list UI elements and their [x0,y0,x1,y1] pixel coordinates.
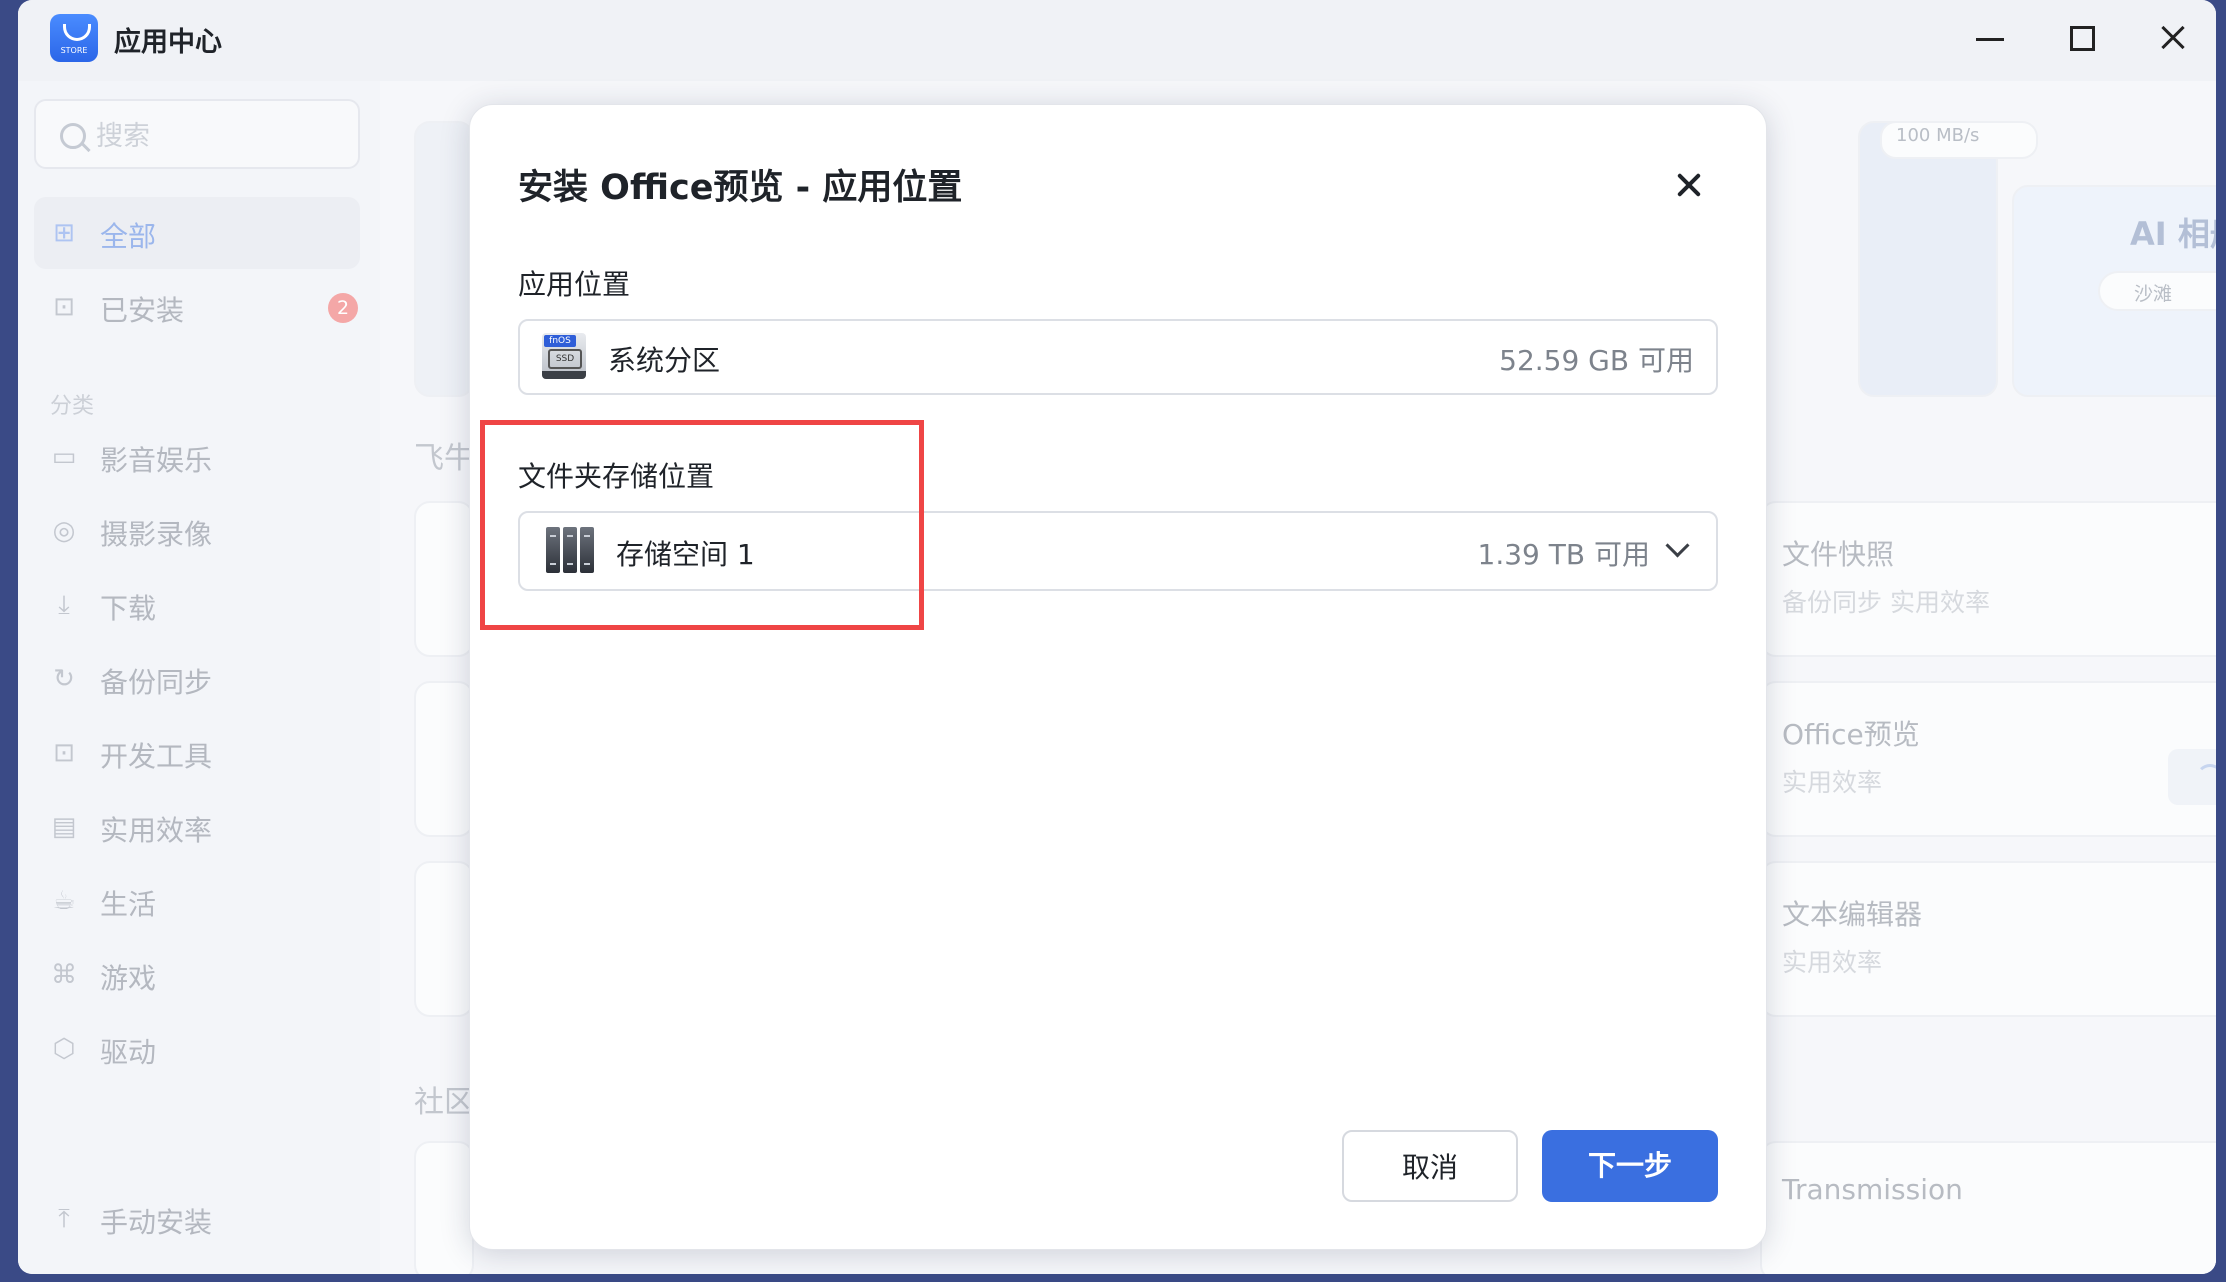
ssd-icon-text: SSD [548,349,582,369]
ai-album-search-text: 沙滩 [2134,283,2173,305]
grid-icon: ⊞ [53,218,75,248]
app-card-left-2 [414,681,474,837]
chevron-down-icon[interactable] [1665,533,1690,558]
sidebar-item-label: 开发工具 [100,740,213,773]
sidebar: ⊞ 全部 ⊡ 已安装 2 分类 ▭ 影音娱乐 ◎ 摄影录像 ⤓ 下载 ↻ 备份同… [18,81,380,1274]
app-tags: 实用效率 [1782,768,1883,797]
app-location-label: 应用位置 [518,268,631,301]
store-logo-icon: STORE [50,14,98,62]
app-location-capacity: 52.59 GB 可用 [1499,344,1694,377]
banner-middle [1858,121,1998,397]
app-name: Transmission [1782,1173,1963,1206]
sidebar-item-backup[interactable]: ↻ 备份同步 [34,643,360,715]
manual-install-button[interactable]: ⤒ 手动安装 [34,1183,360,1255]
speed-text: 100 MB/s [1896,125,1980,146]
section-heading-2: 社区 [414,1085,474,1120]
search-box[interactable] [34,99,360,169]
sidebar-item-all[interactable]: ⊞ 全部 [34,197,360,269]
app-tags: 备份同步 实用效率 [1782,588,1990,617]
app-card-left-1 [414,501,474,657]
category-heading: 分类 [50,394,95,419]
video-icon: ▭ [51,442,77,472]
upload-icon: ⤒ [58,1204,70,1234]
minimize-button[interactable] [1968,18,2012,58]
app-name: Office预览 [1782,718,1920,751]
gamepad-icon: ⌘ [51,960,77,990]
installed-icon: ⊡ [53,292,75,322]
sidebar-item-label: 影音娱乐 [100,444,213,477]
ai-album-title: AI 相册 [2130,215,2216,253]
install-button[interactable]: 安装 [2168,749,2216,805]
app-tags: 实用效率 [1782,948,1883,977]
manual-install-label: 手动安装 [100,1206,213,1239]
cup-icon: ☕ [52,886,76,916]
ai-album-search: 沙滩 [2098,271,2216,311]
app-card-transmission[interactable]: Transmission [1760,1141,2216,1274]
app-card-text-editor[interactable]: 文本编辑器 实用效率 安装 [1760,861,2216,1017]
app-location-name: 系统分区 [608,344,721,377]
app-card-office-preview[interactable]: Office预览 实用效率 安装 [1760,681,2216,837]
app-card-left-4 [414,1141,474,1274]
installed-count-badge: 2 [328,293,358,323]
search-input[interactable] [94,115,348,157]
sidebar-item-label: 游戏 [100,962,157,995]
app-location-field[interactable]: fnOS SSD 系统分区 52.59 GB 可用 [518,319,1718,395]
section-heading-1: 飞牛 [414,441,474,476]
sidebar-item-label: 下载 [100,592,157,625]
app-card-file-snapshot[interactable]: 文件快照 备份同步 实用效率 安装 [1760,501,2216,657]
search-icon [60,123,86,149]
install-dialog: 安装 Office预览 - 应用位置 应用位置 fnOS SSD 系统分区 52… [469,104,1767,1250]
speed-chip: 100 MB/s [1880,121,2038,159]
sidebar-item-label: 摄影录像 [100,518,213,551]
sidebar-item-installed[interactable]: ⊡ 已安装 2 [34,271,360,343]
ssd-drive-icon: fnOS SSD [542,333,586,379]
title-bar: STORE 应用中心 [18,0,2216,81]
ssd-icon-tag: fnOS [544,335,576,347]
banner-left [414,121,474,397]
toolbox-icon: ▤ [51,812,77,842]
sidebar-item-devtools[interactable]: ⊡ 开发工具 [34,717,360,789]
sidebar-item-label: 生活 [100,888,157,921]
sidebar-item-download[interactable]: ⤓ 下载 [34,569,360,641]
dialog-title: 安装 Office预览 - 应用位置 [518,168,963,208]
store-logo-text: STORE [60,46,88,55]
cancel-button[interactable]: 取消 [1342,1130,1518,1202]
app-card-left-3 [414,861,474,1017]
sidebar-item-life[interactable]: ☕ 生活 [34,865,360,937]
next-button[interactable]: 下一步 [1542,1130,1718,1202]
highlight-box [480,420,924,630]
download-icon: ⤓ [58,590,70,620]
close-window-button[interactable] [2152,18,2196,58]
sync-icon: ↻ [53,664,75,694]
loading-spinner-icon [2195,764,2216,792]
sidebar-item-video[interactable]: ▭ 影音娱乐 [34,421,360,493]
sidebar-item-label: 已安装 [100,294,185,327]
folder-location-capacity: 1.39 TB 可用 [1477,538,1650,571]
code-icon: ⊡ [53,738,75,768]
app-name: 文件快照 [1782,538,1895,571]
camera-icon: ◎ [52,516,76,546]
dialog-close-icon[interactable] [1670,165,1710,205]
sidebar-item-photo[interactable]: ◎ 摄影录像 [34,495,360,567]
app-name: 文本编辑器 [1782,898,1923,931]
cube-icon: ⬡ [52,1034,76,1064]
sidebar-item-productivity[interactable]: ▤ 实用效率 [34,791,360,863]
sidebar-item-label: 全部 [100,220,157,253]
sidebar-item-label: 备份同步 [100,666,213,699]
sidebar-item-games[interactable]: ⌘ 游戏 [34,939,360,1011]
maximize-button[interactable] [2060,18,2104,58]
sidebar-item-label: 驱动 [100,1036,157,1069]
ai-album-banner[interactable]: AI 相册 沙滩 [2012,185,2216,397]
window-title: 应用中心 [114,27,222,58]
sidebar-item-drivers[interactable]: ⬡ 驱动 [34,1013,360,1085]
sidebar-item-label: 实用效率 [100,814,213,847]
